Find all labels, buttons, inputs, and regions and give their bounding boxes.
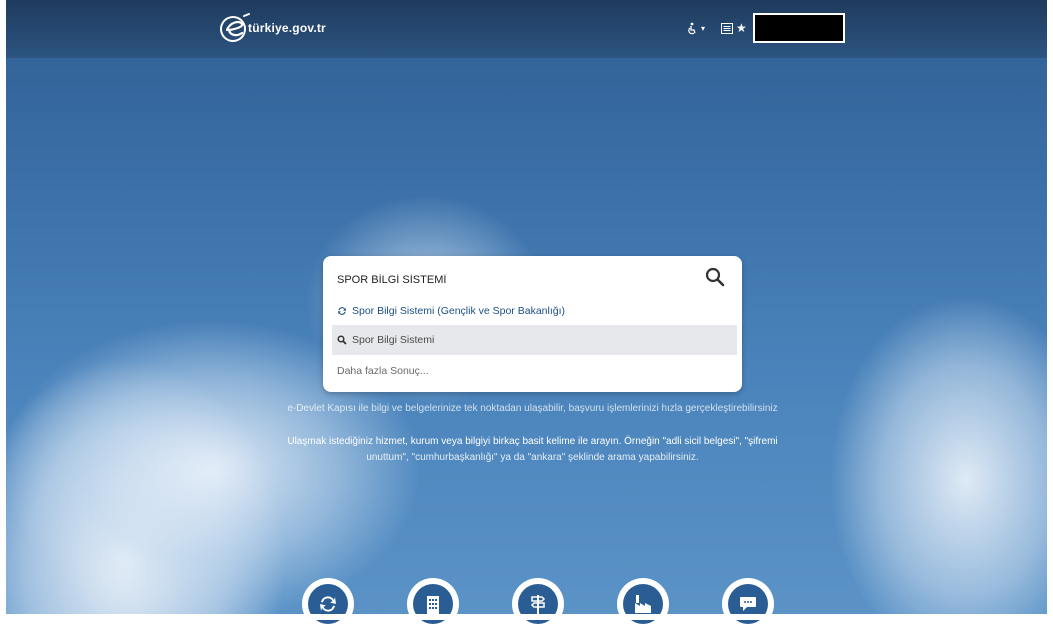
chat-icon bbox=[740, 597, 756, 611]
site-logo[interactable]: türkiye.gov.tr bbox=[218, 12, 326, 44]
refresh-icon bbox=[320, 596, 336, 612]
intro-line-1: e-Devlet Kapısı ile bilgi ve belgelerini… bbox=[287, 403, 778, 414]
signpost-icon bbox=[530, 595, 546, 614]
bookmark-star-icon: ★ bbox=[736, 21, 747, 35]
refresh-icon bbox=[338, 307, 346, 315]
intro-line-3: unuttum", "cumhurbaşkanlığı" ya da "anka… bbox=[366, 452, 699, 463]
header-tools: ▾ ★ bbox=[686, 13, 845, 43]
more-results-link[interactable]: Daha fazla Sonuç... bbox=[332, 356, 737, 386]
top-header: türkiye.gov.tr ▾ ★ bbox=[6, 0, 1047, 58]
suggestion-service[interactable]: Spor Bilgi Sistemi (Gençlik ve Spor Baka… bbox=[332, 296, 737, 326]
chevron-down-icon: ▾ bbox=[701, 23, 706, 33]
accessibility-menu[interactable]: ▾ bbox=[686, 22, 705, 35]
quick-link-companies[interactable] bbox=[617, 578, 669, 630]
list-icon bbox=[721, 22, 734, 34]
e-logo-icon bbox=[220, 13, 250, 42]
quick-link-guide[interactable] bbox=[512, 578, 564, 630]
suggestion-label: Spor Bilgi Sistemi bbox=[352, 334, 435, 346]
factory-icon bbox=[635, 595, 651, 613]
search-icon bbox=[705, 267, 725, 287]
accessibility-icon bbox=[688, 22, 696, 34]
suggestion-label: Daha fazla Sonuç... bbox=[337, 365, 429, 377]
suggestion-search[interactable]: Spor Bilgi Sistemi bbox=[332, 325, 737, 355]
quick-link-institutions[interactable] bbox=[407, 578, 459, 630]
logo-text: türkiye.gov.tr bbox=[248, 21, 326, 35]
search-button[interactable] bbox=[704, 266, 726, 288]
quick-link-feedback[interactable] bbox=[722, 578, 774, 630]
search-icon bbox=[337, 335, 347, 345]
bookmarks-menu[interactable]: ★ bbox=[721, 21, 747, 35]
building-icon bbox=[427, 596, 439, 614]
search-box: Spor Bilgi Sistemi (Gençlik ve Spor Baka… bbox=[323, 256, 742, 392]
suggestion-label: Spor Bilgi Sistemi (Gençlik ve Spor Baka… bbox=[352, 305, 565, 317]
quick-link-services[interactable] bbox=[302, 578, 354, 630]
search-input[interactable] bbox=[335, 268, 699, 292]
intro-line-2: Ulaşmak istediğiniz hizmet, kurum veya b… bbox=[287, 436, 778, 447]
page-bottom-edge bbox=[0, 614, 1053, 620]
user-login-area[interactable] bbox=[752, 13, 845, 43]
